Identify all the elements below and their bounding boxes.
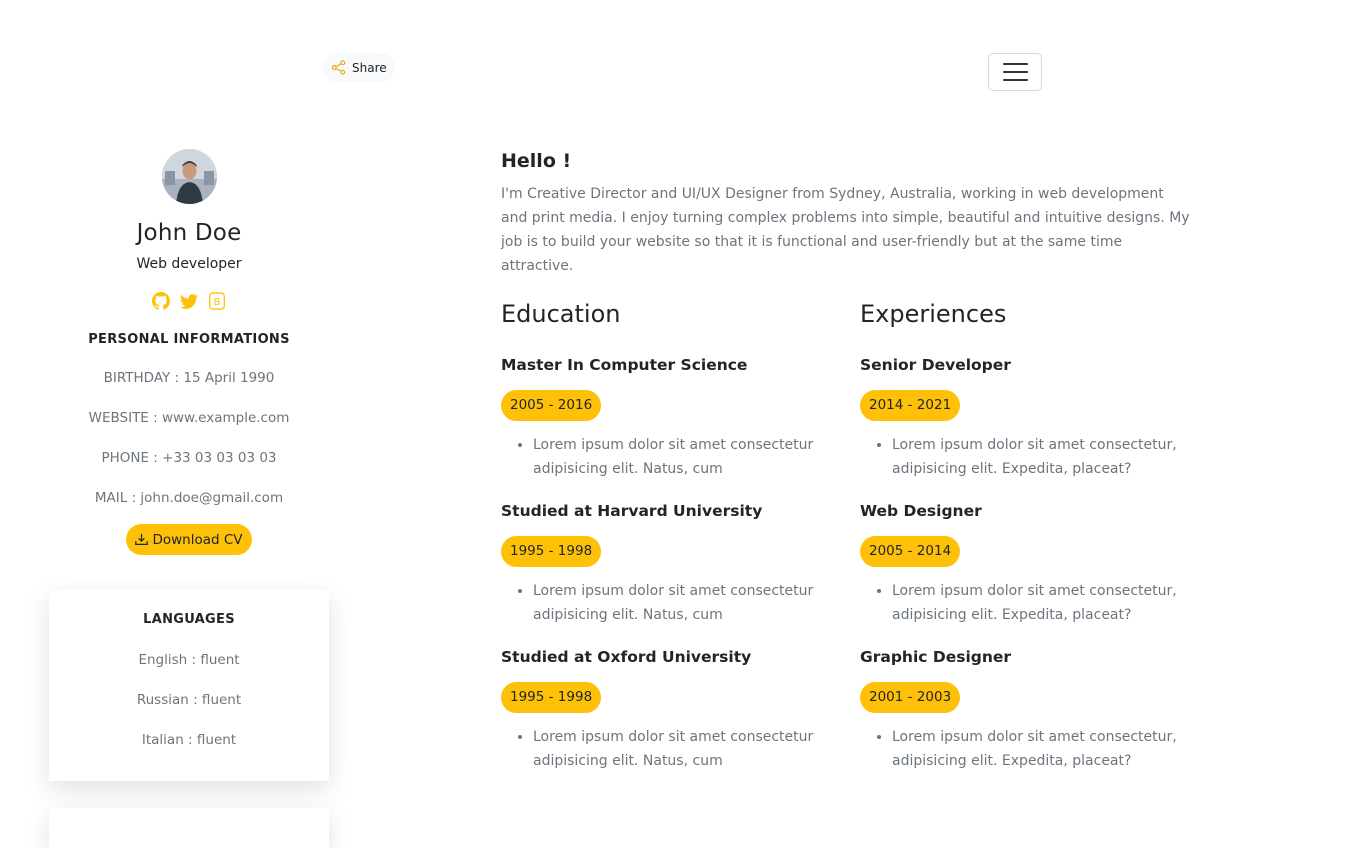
entry-title: Web Designer <box>860 502 982 520</box>
share-button[interactable]: Share <box>323 53 395 82</box>
language-item: Italian : fluent <box>141 732 237 748</box>
entry-description: Lorem ipsum dolor sit amet consectetur, … <box>892 433 1190 481</box>
share-label: Share <box>352 60 387 75</box>
profile-sidebar: John Doe Web developer B PERSONAL INFORM… <box>49 149 329 555</box>
download-cv-button[interactable]: Download CV <box>126 524 252 555</box>
hamburger-line <box>1002 79 1028 81</box>
entry-title: Senior Developer <box>860 356 1011 374</box>
download-cv-label: Download CV <box>152 531 243 548</box>
entry-description: Lorem ipsum dolor sit amet consectetur a… <box>533 725 831 773</box>
mail-line: MAIL : john.doe@gmail.com <box>94 490 284 506</box>
period-badge: 2001 - 2003 <box>860 682 961 713</box>
twitter-icon[interactable] <box>180 292 198 310</box>
bitcoin-icon[interactable]: B <box>208 292 226 310</box>
period-badge: 2005 - 2016 <box>501 390 602 421</box>
period-badge: 1995 - 1998 <box>501 682 602 713</box>
personal-info-title: PERSONAL INFORMATIONS <box>88 332 290 347</box>
period-badge: 2005 - 2014 <box>860 536 961 567</box>
entry-title: Master In Computer Science <box>501 356 748 374</box>
languages-title: LANGUAGES <box>143 612 235 627</box>
github-icon[interactable] <box>152 292 170 310</box>
experiences-title: Experiences <box>860 300 1007 328</box>
social-links: B <box>49 292 329 310</box>
website-line: WEBSITE : www.example.com <box>88 410 290 426</box>
entry-description: Lorem ipsum dolor sit amet consectetur a… <box>533 433 831 481</box>
birthday-line: BIRTHDAY : 15 April 1990 <box>103 370 275 386</box>
intro-text: I'm Creative Director and UI/UX Designer… <box>501 186 1190 274</box>
entry-title: Graphic Designer <box>860 648 1012 666</box>
entry-description: Lorem ipsum dolor sit amet consectetur a… <box>533 579 831 627</box>
profile-name: John Doe <box>136 220 242 246</box>
entry-description: Lorem ipsum dolor sit amet consectetur, … <box>892 579 1190 627</box>
main-content: Hello ! I'm Creative Director and UI/UX … <box>501 150 1191 769</box>
profile-role: Web developer <box>136 256 242 272</box>
languages-card: LANGUAGES English : fluent Russian : flu… <box>49 590 329 781</box>
entry-title: Studied at Harvard University <box>501 502 763 520</box>
language-item: Russian : fluent <box>136 692 242 708</box>
hamburger-menu-button[interactable] <box>988 53 1042 91</box>
period-badge: 1995 - 1998 <box>501 536 602 567</box>
entry-description: Lorem ipsum dolor sit amet consectetur, … <box>892 725 1190 773</box>
period-badge: 2014 - 2021 <box>860 390 961 421</box>
experience-entry: Graphic Designer 2001 - 2003 Lorem ipsum… <box>860 648 1190 773</box>
education-title: Education <box>501 300 621 328</box>
share-icon <box>331 60 346 75</box>
education-entry: Master In Computer Science 2005 - 2016 L… <box>501 356 831 481</box>
phone-line: PHONE : +33 03 03 03 03 <box>101 450 277 466</box>
experiences-section: Experiences Senior Developer 2014 - 2021… <box>860 300 1190 769</box>
svg-text:B: B <box>214 297 221 308</box>
hamburger-line <box>1002 71 1028 73</box>
experience-entry: Web Designer 2005 - 2014 Lorem ipsum dol… <box>860 502 1190 627</box>
education-entry: Studied at Oxford University 1995 - 1998… <box>501 648 831 773</box>
education-entry: Studied at Harvard University 1995 - 199… <box>501 502 831 627</box>
hamburger-line <box>1002 63 1028 65</box>
language-item: English : fluent <box>138 652 240 668</box>
next-card <box>49 808 329 848</box>
education-section: Education Master In Computer Science 200… <box>501 300 831 769</box>
experience-entry: Senior Developer 2014 - 2021 Lorem ipsum… <box>860 356 1190 481</box>
entry-title: Studied at Oxford University <box>501 648 752 666</box>
download-icon <box>135 533 149 545</box>
avatar <box>161 149 217 204</box>
intro-heading: Hello ! <box>501 150 572 172</box>
